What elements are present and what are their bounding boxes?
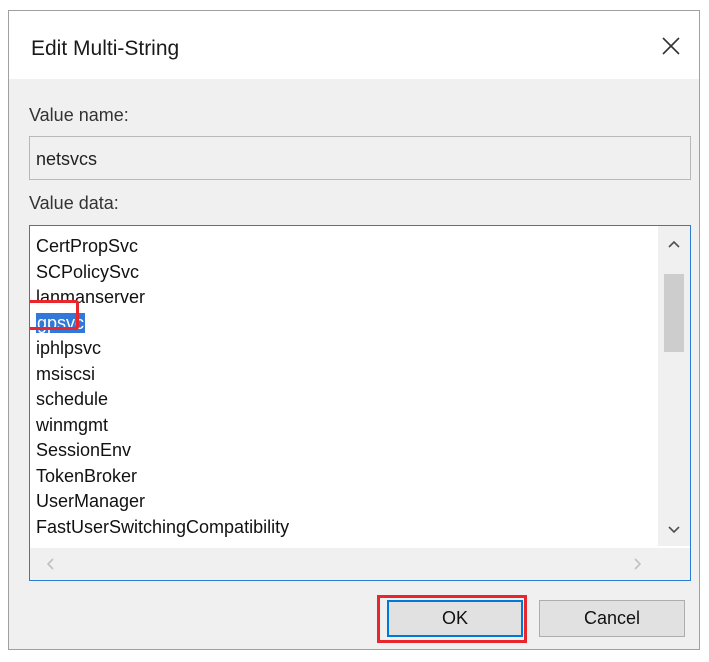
horizontal-scrollbar[interactable]: [30, 548, 690, 580]
value-data-lines: CertPropSvc SCPolicySvc lanmanserver gpsvc i…: [36, 234, 656, 540]
value-data-line-text: winmgmt: [36, 414, 109, 435]
close-button[interactable]: [651, 29, 691, 63]
chevron-right-icon: [634, 558, 642, 570]
scroll-right-button[interactable]: [622, 548, 654, 580]
chevron-up-icon: [668, 240, 680, 248]
scroll-left-button[interactable]: [34, 548, 66, 580]
value-data-textarea[interactable]: CertPropSvc SCPolicySvc lanmanserver gpsvc i…: [29, 225, 691, 581]
value-data-line-text: msiscsi: [36, 363, 95, 384]
value-data-line-text: schedule: [36, 389, 109, 409]
chevron-down-icon: [668, 526, 680, 534]
value-name-field: netsvcs: [29, 136, 691, 180]
selection-highlight-annotation: [30, 300, 79, 330]
edit-multi-string-dialog: Edit Multi-String Value name: netsvcs Va…: [8, 10, 700, 650]
close-icon: [662, 37, 680, 55]
cancel-button[interactable]: Cancel: [539, 600, 685, 637]
value-data-line: CertPropSvc: [36, 234, 656, 260]
value-data-line-text: TokenBroker: [36, 465, 138, 486]
vertical-scroll-thumb[interactable]: [664, 274, 684, 352]
value-data-label: Value data:: [29, 193, 119, 213]
chevron-left-icon: [46, 558, 54, 570]
value-data-line-text: SCPolicySvc: [36, 261, 140, 282]
value-data-line: TokenBroker: [36, 464, 656, 490]
dialog-title: Edit Multi-String: [31, 37, 180, 60]
value-data-line: msiscsi: [36, 362, 656, 388]
vertical-scrollbar[interactable]: [658, 226, 690, 546]
value-data-line-text: UserManager: [36, 491, 146, 511]
scroll-up-button[interactable]: [658, 232, 690, 256]
value-data-line-text: SessionEnv: [36, 440, 132, 460]
value-data-line: iphlpsvc: [36, 336, 656, 362]
value-data-line-text: CertPropSvc: [36, 236, 139, 256]
value-data-line: FastUserSwitchingCompatibility: [36, 515, 656, 541]
value-data-line: lanmanserver: [36, 285, 656, 311]
value-data-line-text: iphlpsvc: [36, 338, 102, 358]
ok-highlight-annotation: [377, 595, 527, 643]
value-data-line: schedule: [36, 387, 656, 413]
scroll-down-button[interactable]: [658, 518, 690, 542]
value-data-line: SCPolicySvc: [36, 260, 656, 286]
value-data-line: SessionEnv: [36, 438, 656, 464]
value-data-line: winmgmt: [36, 413, 656, 439]
value-data-line-selected: gpsvc: [36, 311, 656, 337]
value-data-line: UserManager: [36, 489, 656, 515]
value-data-line-text: FastUserSwitchingCompatibility: [36, 516, 290, 537]
title-bar: Edit Multi-String: [9, 11, 699, 79]
value-name-label: Value name:: [29, 105, 129, 125]
